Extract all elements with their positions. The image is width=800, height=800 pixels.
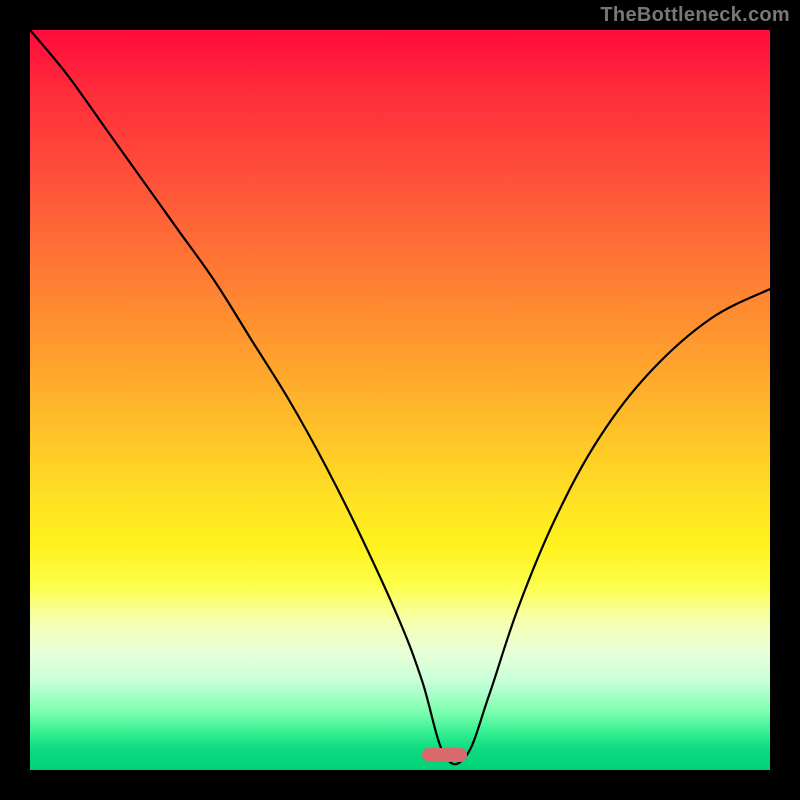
bottleneck-curve	[30, 30, 770, 770]
watermark-text: TheBottleneck.com	[600, 4, 790, 27]
curve-path	[30, 30, 770, 764]
plot-area	[30, 30, 770, 770]
chart-frame: TheBottleneck.com	[0, 0, 800, 800]
minimum-marker	[422, 748, 466, 762]
